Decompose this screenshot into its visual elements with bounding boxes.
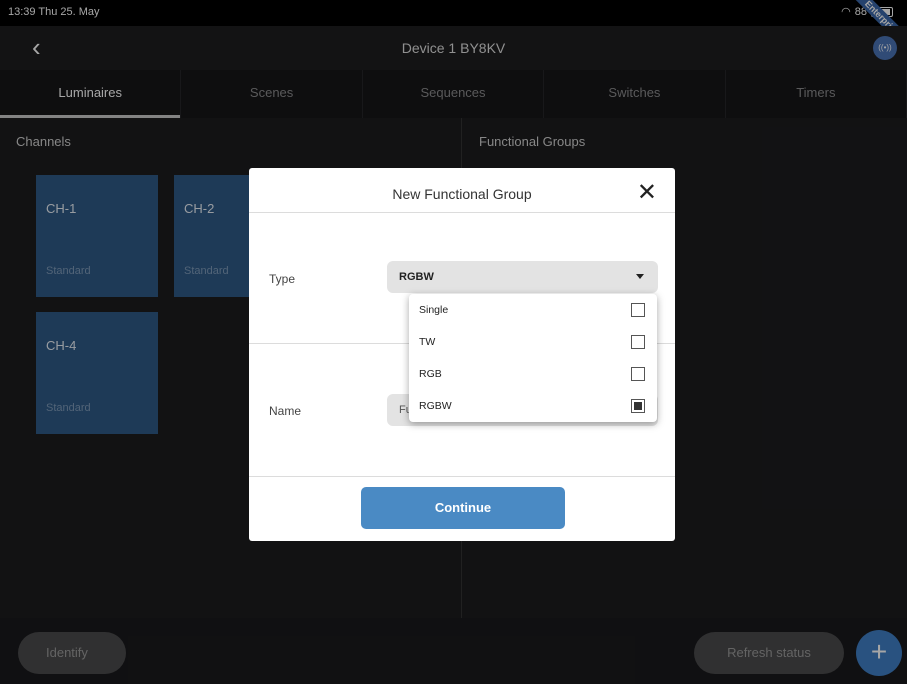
type-dropdown-menu: Single TW RGB RGBW: [409, 294, 657, 422]
type-select[interactable]: RGBW: [387, 261, 658, 293]
option-label: RGBW: [419, 400, 452, 412]
dialog-title: New Functional Group: [392, 186, 532, 202]
checkbox-icon[interactable]: [631, 303, 645, 317]
checkbox-checked-icon[interactable]: [631, 399, 645, 413]
divider: [249, 476, 675, 477]
type-option-rgbw[interactable]: RGBW: [409, 390, 657, 422]
name-label: Name: [269, 404, 302, 418]
type-option-rgb[interactable]: RGB: [409, 358, 657, 390]
divider: [249, 212, 675, 213]
option-label: Single: [419, 304, 449, 316]
close-icon[interactable]: ✕: [637, 178, 657, 207]
new-functional-group-dialog: New Functional Group ✕ Type RGBW Name Fu…: [249, 168, 675, 541]
caret-down-icon: [636, 274, 644, 279]
checkbox-icon[interactable]: [631, 335, 645, 349]
type-select-value: RGBW: [399, 271, 434, 283]
type-option-tw[interactable]: TW: [409, 326, 657, 358]
continue-button[interactable]: Continue: [361, 487, 565, 529]
type-label: Type: [269, 272, 296, 286]
option-label: RGB: [419, 368, 442, 380]
type-option-single[interactable]: Single: [409, 294, 657, 326]
option-label: TW: [419, 336, 436, 348]
checkbox-icon[interactable]: [631, 367, 645, 381]
